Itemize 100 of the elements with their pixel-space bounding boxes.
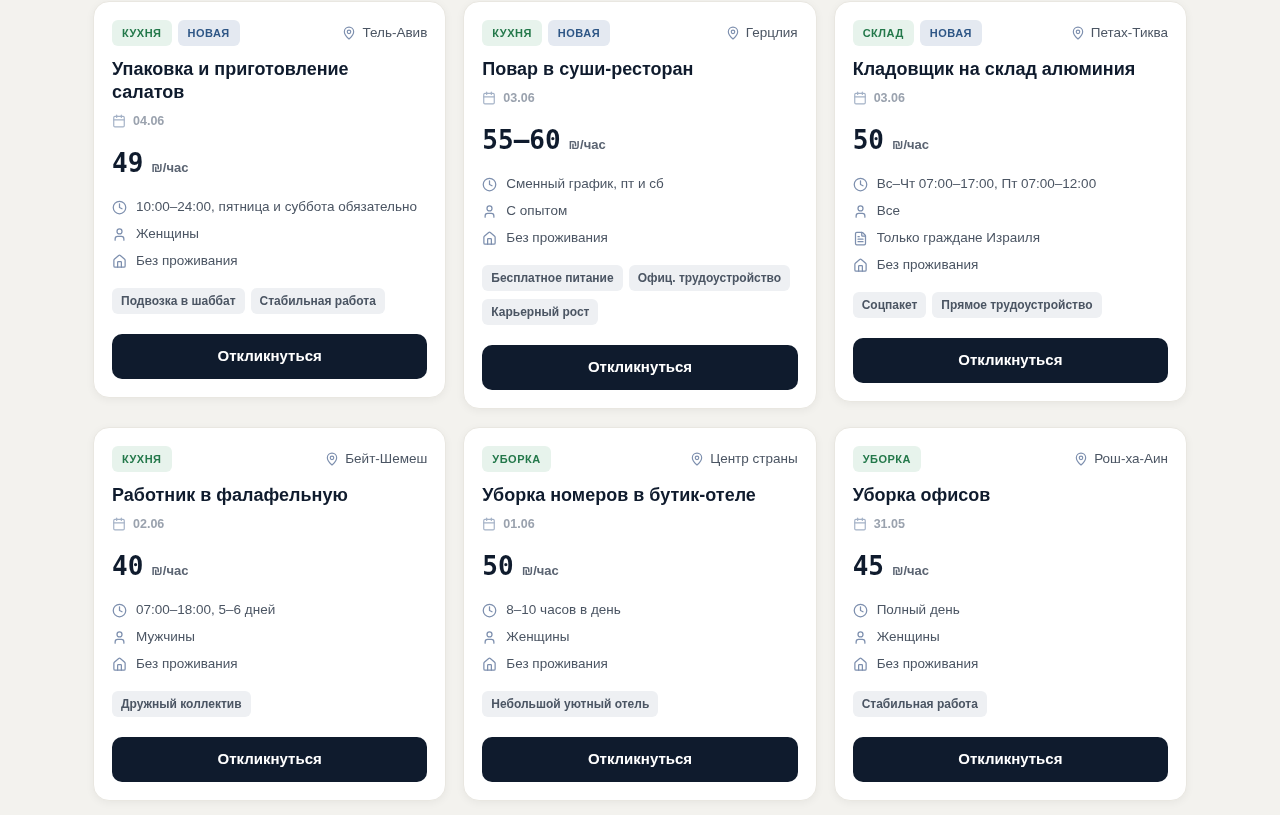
category-tag: КУХНЯ <box>482 20 542 46</box>
detail-text: Без проживания <box>136 251 238 270</box>
clock-icon <box>482 176 498 192</box>
date-text: 02.06 <box>133 515 165 533</box>
location-text: Петах-Тиква <box>1090 23 1168 42</box>
detail-text: Только граждане Израиля <box>876 228 1040 247</box>
house-icon <box>112 656 127 672</box>
detail-text: Без проживания <box>506 228 608 247</box>
detail-text: Полный день <box>876 600 960 619</box>
category-tag: УБОРКА <box>482 446 551 472</box>
perk-tag: Соцпакет <box>852 292 927 318</box>
house-icon <box>482 230 498 246</box>
perk-tag: Бесплатное питание <box>482 265 623 291</box>
pay-unit: ₪/час <box>568 136 606 154</box>
person-icon <box>852 203 868 219</box>
detail-text: Сменный график, пт и сб <box>506 174 664 193</box>
house-icon <box>852 656 868 672</box>
perk-tag: Дружный коллектив <box>112 691 251 717</box>
pay-amount: 50 <box>852 124 884 156</box>
category-tag: КУХНЯ <box>112 20 172 46</box>
detail-text: Без проживания <box>506 654 608 673</box>
vacancy-title: Кладовщик на склад алюминия <box>852 58 1137 81</box>
perk-tag: Офиц. трудоустройство <box>628 265 791 291</box>
pay-unit: ₪/час <box>891 136 930 154</box>
pay-amount: 50 <box>482 550 514 582</box>
pay-amount: 55–60 <box>482 124 561 156</box>
detail-text: Женщины <box>876 627 940 646</box>
vacancy-title: Работник в фалафельную <box>112 484 349 507</box>
map-pin-icon <box>690 452 705 466</box>
detail-text: 07:00–18:00, 5–6 дней <box>136 600 276 619</box>
detail-text: Вс–Чт 07:00–17:00, Пт 07:00–12:00 <box>876 174 1097 193</box>
vacancy-title: Повар в суши-ресторан <box>482 58 695 81</box>
detail-text: С опытом <box>506 201 568 220</box>
pay-amount: 49 <box>112 147 144 179</box>
category-tag: НОВАЯ <box>547 20 611 46</box>
detail-text: Мужчины <box>136 627 195 646</box>
map-pin-icon <box>1074 452 1089 466</box>
pay-amount: 40 <box>112 550 144 582</box>
clock-icon <box>482 602 498 618</box>
pay-unit: ₪/час <box>151 159 189 177</box>
person-icon <box>112 226 127 242</box>
person-icon <box>482 203 498 219</box>
calendar-icon <box>482 517 497 531</box>
perk-tag: Подвозка в шаббат <box>112 288 245 314</box>
pay-unit: ₪/час <box>521 562 559 580</box>
category-tag: НОВАЯ <box>177 20 240 46</box>
detail-text: Все <box>876 201 900 220</box>
document-icon <box>852 230 868 246</box>
apply-button[interactable]: Откликнуться <box>852 338 1168 383</box>
date-text: 04.06 <box>133 112 165 130</box>
location-text: Бейт-Шемеш <box>345 449 428 468</box>
apply-button[interactable]: Откликнуться <box>482 737 798 782</box>
detail-text: Без проживания <box>876 255 979 274</box>
perk-tag: Прямое трудоустройство <box>932 292 1102 318</box>
vacancy-title: Упаковка и приготовление салатов <box>112 58 350 104</box>
pay-unit: ₪/час <box>151 562 189 580</box>
calendar-icon <box>482 91 497 105</box>
detail-text: Без проживания <box>136 654 238 673</box>
apply-button[interactable]: Откликнуться <box>482 345 798 390</box>
date-text: 01.06 <box>503 515 535 533</box>
calendar-icon <box>852 91 867 105</box>
apply-button[interactable]: Откликнуться <box>852 737 1168 782</box>
category-tag: УБОРКА <box>852 446 921 472</box>
map-pin-icon <box>1070 26 1085 40</box>
perk-tag: Небольшой уютный отель <box>482 691 659 717</box>
pay-unit: ₪/час <box>891 562 930 580</box>
location-text: Тель-Авив <box>362 23 428 42</box>
map-pin-icon <box>325 452 340 466</box>
perk-tag: Стабильная работа <box>852 691 987 717</box>
house-icon <box>852 257 868 273</box>
clock-icon <box>852 602 868 618</box>
map-pin-icon <box>342 26 357 40</box>
clock-icon <box>852 176 868 192</box>
date-text: 03.06 <box>503 89 535 107</box>
vacancy-title: Уборка номеров в бутик-отеле <box>482 484 757 507</box>
category-tag: КУХНЯ <box>112 446 172 472</box>
house-icon <box>482 656 498 672</box>
location-text: Рош-ха-Аин <box>1094 449 1168 468</box>
detail-text: Без проживания <box>876 654 979 673</box>
perk-tag: Карьерный рост <box>482 299 599 325</box>
pay-amount: 45 <box>852 550 884 582</box>
date-text: 03.06 <box>873 89 905 107</box>
detail-text: Женщины <box>136 224 200 243</box>
location-text: Герцлия <box>745 23 798 42</box>
location-text: Центр страны <box>710 449 798 468</box>
date-text: 31.05 <box>873 515 905 533</box>
category-tag: НОВАЯ <box>919 20 982 46</box>
calendar-icon <box>112 114 126 128</box>
clock-icon <box>112 602 127 618</box>
apply-button[interactable]: Откликнуться <box>112 334 428 379</box>
person-icon <box>112 629 127 645</box>
calendar-icon <box>112 517 126 531</box>
apply-button[interactable]: Откликнуться <box>112 737 428 782</box>
detail-text: Женщины <box>506 627 570 646</box>
detail-text: 8–10 часов в день <box>506 600 621 619</box>
vacancy-title: Уборка офисов <box>852 484 992 507</box>
perk-tag: Стабильная работа <box>250 288 385 314</box>
house-icon <box>112 253 127 269</box>
detail-text: 10:00–24:00, пятница и суббота обязательно <box>136 197 417 216</box>
map-pin-icon <box>725 26 740 40</box>
